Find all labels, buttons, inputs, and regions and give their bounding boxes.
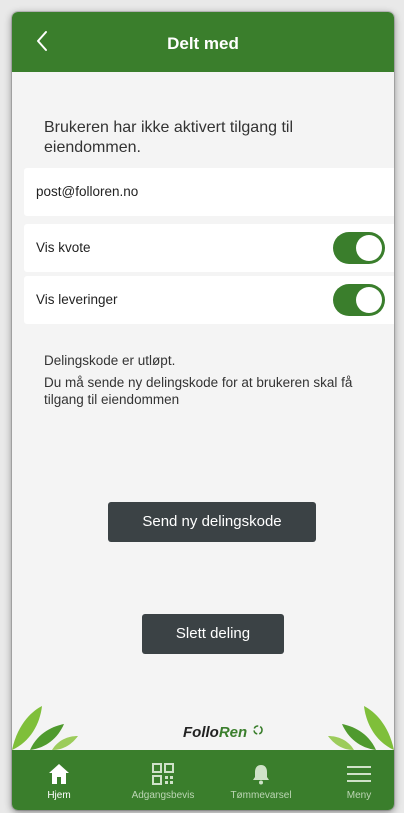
vis-leveringer-toggle[interactable] — [333, 284, 385, 316]
header-bar: Delt med — [12, 12, 394, 72]
tab-tommevarsel[interactable]: Tømmevarsel — [218, 750, 304, 810]
toggle-row-vis-leveringer: Vis leveringer — [24, 276, 394, 324]
leaf-decoration-left-icon — [12, 706, 78, 750]
email-field[interactable]: post@folloren.no — [24, 168, 394, 216]
toggle-row-vis-kvote: Vis kvote — [24, 224, 394, 272]
tab-label: Hjem — [47, 790, 71, 801]
expired-status: Delingskode er utløpt. — [44, 353, 176, 368]
tab-hjem[interactable]: Hjem — [24, 750, 94, 810]
toggle-knob — [356, 287, 382, 313]
resend-message: Du må sende ny delingskode for at bruker… — [44, 375, 353, 407]
page-title: Delt med — [167, 34, 239, 53]
bell-icon — [253, 765, 269, 785]
delete-share-button[interactable]: Slett deling — [142, 614, 284, 654]
follo-ren-logo: FolloRen — [183, 724, 264, 741]
send-code-button[interactable]: Send ny delingskode — [108, 502, 316, 542]
menu-icon — [347, 766, 371, 782]
tab-label: Meny — [346, 790, 372, 801]
toggle-label-vis-kvote: Vis kvote — [36, 240, 91, 255]
access-info-text: Brukeren har ikke aktivert tilgang til e… — [44, 119, 293, 156]
bottom-tab-bar: Hjem Adgangsbevis Tømmevarsel Meny — [12, 750, 394, 810]
tab-meny[interactable]: Meny — [324, 750, 394, 810]
leaf-decoration-right-icon — [328, 706, 394, 750]
tab-label: Adgangsbevis — [131, 790, 195, 801]
tab-adgangsbevis[interactable]: Adgangsbevis — [120, 750, 206, 810]
recycle-icon — [253, 725, 264, 735]
toggle-knob — [356, 235, 382, 261]
email-value: post@folloren.no — [36, 184, 139, 199]
vis-kvote-toggle[interactable] — [333, 232, 385, 264]
home-icon — [49, 764, 69, 784]
tab-label: Tømmevarsel — [230, 790, 292, 801]
app-screen: Delt med Brukeren har ikke aktivert tilg… — [12, 12, 394, 810]
toggle-label-vis-leveringer: Vis leveringer — [36, 292, 118, 307]
qr-code-icon — [152, 763, 174, 785]
